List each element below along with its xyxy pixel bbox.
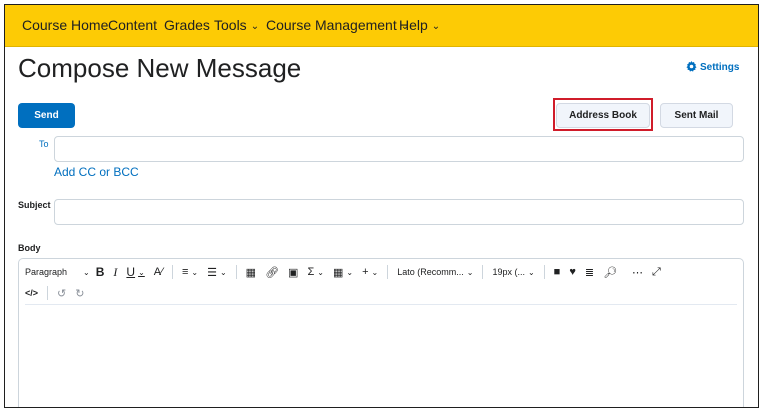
subject-input[interactable] bbox=[54, 199, 744, 225]
bold-icon[interactable]: B bbox=[96, 265, 105, 279]
format-painter-icon[interactable]: ■ bbox=[554, 266, 561, 278]
editor-toolbar-row-2: </> ↺ ↻ bbox=[25, 284, 93, 302]
address-book-highlight bbox=[553, 98, 653, 131]
nav-label: Tools bbox=[214, 17, 247, 33]
editor-divider bbox=[25, 304, 737, 305]
table-icon[interactable]: ▦ ⌄ bbox=[333, 266, 353, 279]
add-cc-bcc-link[interactable]: Add CC or BCC bbox=[54, 165, 139, 179]
settings-link[interactable]: Settings bbox=[686, 61, 739, 73]
accessibility-check-icon[interactable]: ♥ bbox=[569, 266, 576, 278]
font-family-select[interactable]: Lato (Recomm... ⌄ bbox=[397, 267, 473, 277]
insert-stuff-icon[interactable]: ▦ bbox=[246, 266, 256, 279]
image-icon[interactable]: ▣ bbox=[288, 266, 298, 279]
to-input[interactable] bbox=[54, 136, 744, 162]
equation-icon[interactable]: Σ ⌄ bbox=[307, 266, 324, 278]
chevron-down-icon: ⌄ bbox=[346, 267, 354, 277]
size-select-value: 19px (... bbox=[492, 267, 525, 277]
settings-label: Settings bbox=[700, 62, 740, 73]
preview-icon[interactable]: 🔎︎ bbox=[603, 266, 617, 279]
format-select-value: Paragraph bbox=[25, 267, 68, 277]
insert-icon[interactable]: + ⌄ bbox=[362, 266, 378, 278]
nav-course-home[interactable]: Course Home bbox=[22, 17, 108, 33]
nav-course-management[interactable]: Course Management ⌄ bbox=[266, 17, 409, 33]
text-color-icon[interactable]: A⁄ bbox=[154, 266, 163, 278]
chevron-down-icon: ⌄ bbox=[219, 267, 227, 277]
chevron-down-icon: ⌄ bbox=[250, 21, 260, 32]
chevron-down-icon: ⌄ bbox=[317, 267, 324, 277]
format-select[interactable]: Paragraph ⌄ bbox=[25, 267, 90, 277]
redo-icon[interactable]: ↻ bbox=[75, 287, 84, 300]
word-count-icon[interactable]: ≣ bbox=[585, 266, 594, 279]
nav-help[interactable]: Help ⌄ bbox=[399, 17, 440, 33]
font-select-value: Lato (Recomm... bbox=[397, 267, 464, 277]
underline-icon[interactable]: U ⌄ bbox=[126, 265, 144, 279]
send-button[interactable]: Send bbox=[18, 103, 75, 128]
chevron-down-icon: ⌄ bbox=[83, 267, 90, 277]
course-navbar: Course Home Content Grades Tools ⌄ Course… bbox=[5, 5, 758, 47]
toolbar-divider bbox=[171, 265, 173, 279]
toolbar-divider bbox=[543, 265, 545, 279]
link-icon[interactable]: 🔗︎ bbox=[265, 266, 279, 279]
toolbar-divider bbox=[387, 265, 389, 279]
font-size-select[interactable]: 19px (... ⌄ bbox=[492, 267, 534, 277]
undo-icon[interactable]: ↺ bbox=[57, 287, 66, 300]
list-icon[interactable]: ☰ ⌄ bbox=[207, 266, 227, 279]
gear-icon bbox=[686, 61, 697, 72]
editor-toolbar-row-1: Paragraph ⌄ B I U ⌄ A⁄ ≡ ⌄ ☰ ⌄ ▦ 🔗︎ ▣ Σ ⌄ ▦ ⌄ … bbox=[25, 263, 670, 281]
to-label[interactable]: To bbox=[39, 139, 49, 149]
nav-grades[interactable]: Grades bbox=[164, 17, 210, 33]
chevron-down-icon: ⌄ bbox=[138, 267, 145, 277]
more-actions-icon[interactable]: ⋯ bbox=[632, 266, 643, 279]
nav-label: Course Management bbox=[266, 17, 397, 33]
subject-label: Subject bbox=[18, 200, 51, 210]
nav-content[interactable]: Content bbox=[108, 17, 157, 33]
body-editor[interactable]: Paragraph ⌄ B I U ⌄ A⁄ ≡ ⌄ ☰ ⌄ ▦ 🔗︎ ▣ Σ ⌄ ▦ ⌄ … bbox=[18, 258, 744, 407]
nav-label: Content bbox=[108, 17, 158, 33]
source-code-icon[interactable]: </> bbox=[25, 288, 38, 298]
fullscreen-icon[interactable]: ⤢ bbox=[652, 266, 661, 279]
chevron-down-icon: ⌄ bbox=[466, 267, 474, 277]
align-icon[interactable]: ≡ ⌄ bbox=[182, 266, 198, 278]
body-label: Body bbox=[18, 243, 41, 253]
toolbar-divider bbox=[482, 265, 484, 279]
chevron-down-icon: ⌄ bbox=[527, 267, 535, 277]
toolbar-divider bbox=[235, 265, 237, 279]
nav-label: Help bbox=[399, 17, 428, 33]
italic-icon[interactable]: I bbox=[113, 265, 117, 280]
chevron-down-icon: ⌄ bbox=[191, 267, 199, 277]
nav-label: Course Home bbox=[22, 17, 109, 33]
nav-label: Grades bbox=[164, 17, 210, 33]
sent-mail-button[interactable]: Sent Mail bbox=[660, 103, 733, 128]
toolbar-divider bbox=[47, 286, 49, 300]
nav-tools[interactable]: Tools ⌄ bbox=[214, 17, 259, 33]
chevron-down-icon: ⌄ bbox=[371, 267, 379, 277]
page-title: Compose New Message bbox=[18, 53, 302, 83]
app-window: Course Home Content Grades Tools ⌄ Course… bbox=[4, 4, 759, 408]
chevron-down-icon: ⌄ bbox=[431, 21, 441, 32]
